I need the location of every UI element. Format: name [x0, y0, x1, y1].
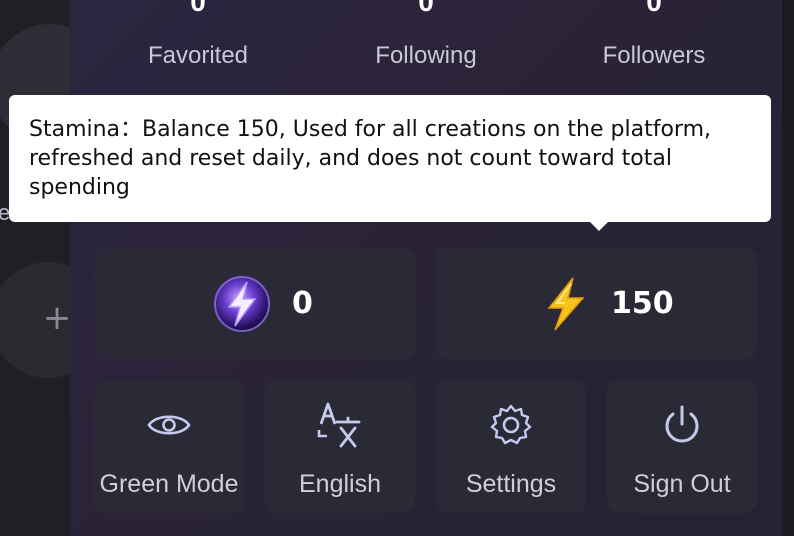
- tooltip-arrow: [588, 220, 610, 231]
- stamina-tooltip: Stamina：Balance 150, Used for all creati…: [9, 95, 771, 222]
- sign-out-button[interactable]: Sign Out: [607, 380, 757, 513]
- gear-icon: [436, 402, 586, 448]
- tooltip-text: Stamina：Balance 150, Used for all creati…: [29, 117, 711, 200]
- stat-value: 0: [418, 0, 434, 17]
- language-button[interactable]: English: [265, 380, 415, 513]
- green-mode-button[interactable]: Green Mode: [94, 380, 244, 513]
- power-icon: [607, 402, 757, 448]
- yellow-lightning-icon: [543, 276, 589, 332]
- purple-lightning-orb-icon: [212, 274, 272, 334]
- stamina-balance-card[interactable]: 150: [435, 248, 757, 359]
- settings-button[interactable]: Settings: [436, 380, 586, 513]
- translate-icon: [265, 402, 415, 448]
- credits-balance-card[interactable]: 0: [94, 248, 416, 359]
- stat-value: 0: [190, 0, 206, 17]
- stat-label: Favorited: [147, 42, 249, 69]
- eye-icon: [94, 402, 244, 448]
- action-label: Sign Out: [633, 470, 731, 498]
- action-label: Settings: [465, 470, 557, 498]
- stat-label: Followers: [602, 42, 706, 69]
- stat-value: 0: [646, 0, 662, 17]
- credits-value: 0: [292, 286, 313, 321]
- plus-icon: +: [42, 298, 72, 338]
- action-label: English: [299, 470, 381, 498]
- stamina-value: 150: [611, 286, 674, 321]
- panel-edge: [782, 0, 794, 536]
- action-label: Green Mode: [99, 470, 239, 498]
- stat-label: Following: [375, 42, 477, 69]
